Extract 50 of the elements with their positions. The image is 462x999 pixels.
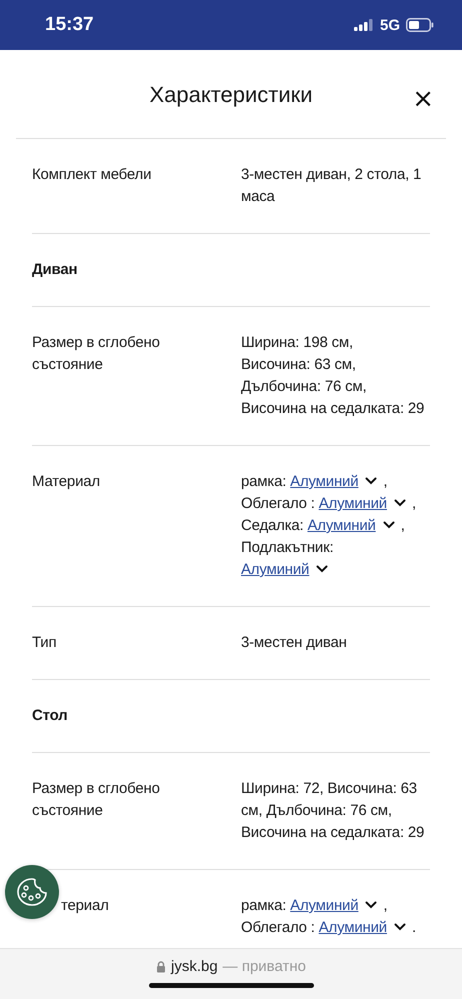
privacy-note: — приватно (222, 958, 306, 975)
material-part-label: Седалка: (241, 517, 304, 534)
material-part-label: Подлакътник: (241, 539, 334, 556)
chevron-down-icon[interactable] (365, 477, 378, 485)
section-heading: Диван (32, 260, 78, 280)
material-link[interactable]: Алуминий (307, 517, 376, 534)
spec-value-line: Височина: 63 см, (241, 356, 356, 373)
spec-label: Размер в сглобено състояние (32, 333, 161, 375)
chevron-down-icon[interactable] (316, 565, 328, 573)
battery-icon (406, 18, 434, 32)
spec-label: Тип (32, 633, 58, 653)
close-button[interactable]: × (408, 86, 438, 112)
spec-label: Материал (32, 472, 101, 492)
cookie-button[interactable] (5, 865, 59, 919)
material-part-label: Облегало : (241, 919, 315, 936)
clock-time: 15:37 (45, 14, 94, 36)
spec-value: 3-местен диван (241, 633, 348, 653)
cookie-icon (15, 877, 49, 907)
chevron-down-icon[interactable] (394, 923, 406, 931)
spec-label: Размер в сглобено състояние (32, 779, 161, 821)
browser-address-bar[interactable]: jysk.bg — приватно (0, 948, 462, 999)
material-link[interactable]: Алуминий (241, 561, 310, 578)
separator-mark: . (412, 919, 416, 936)
material-part-label: рамка: (241, 473, 286, 490)
spec-value-line: Дълбочина: 76 см, (241, 378, 366, 395)
separator-mark: , (383, 897, 388, 914)
material-link[interactable]: Алуминий (290, 897, 358, 914)
dialog-title: Характеристики (149, 82, 313, 108)
spec-label: Комплект мебели (32, 165, 152, 185)
signal-icon (354, 19, 374, 31)
spec-value-line: Височина на седалката: 29 (241, 400, 424, 417)
material-part-label: Облегало : (241, 495, 315, 512)
material-link[interactable]: Алуминий (290, 473, 358, 490)
material-link[interactable]: Алуминий (318, 495, 387, 512)
separator-mark: , (412, 495, 416, 512)
separator-mark: , (400, 517, 405, 534)
separator-mark: , (383, 473, 388, 490)
chevron-down-icon[interactable] (394, 499, 406, 507)
network-label: 5G (380, 16, 400, 34)
spec-value: Ширина: 72, Височина: 63 см, Дълбочина: 76 см, Височина на седалката: 29 (241, 779, 426, 843)
spec-value: 3-местен диван, 2 стола, 1 маса (241, 165, 422, 207)
lock-icon (156, 960, 166, 972)
domain-text: jysk.bg (170, 958, 218, 975)
spec-label: териал (60, 896, 110, 916)
spec-value-line: Ширина: 198 см, (241, 334, 353, 351)
chevron-down-icon[interactable] (365, 901, 378, 909)
material-part-label: рамка: (241, 897, 286, 914)
chevron-down-icon[interactable] (382, 521, 395, 529)
section-heading: Стол (32, 706, 68, 726)
material-link[interactable]: Алуминий (318, 919, 387, 936)
